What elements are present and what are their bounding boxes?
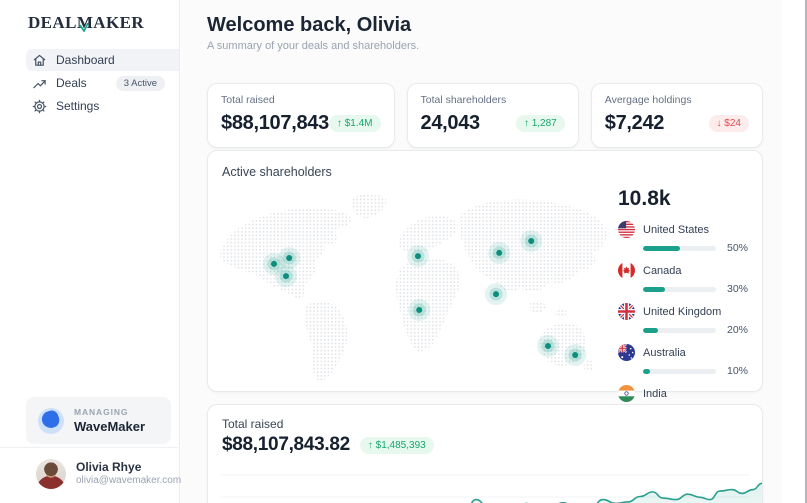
country-percent: 30% [726,283,748,295]
dealmaker-dashboard-app: DEALM AKER Dashboard Deals 3 Active Setti [0,0,807,503]
active-shareholders-card: Active shareholders 10.8k United States … [207,150,763,418]
logo-check-icon [79,17,89,37]
country-progress-fill [643,368,651,374]
managing-label: MANAGING [74,407,129,417]
page-title: Welcome back, Olivia [207,14,412,36]
sidebar: DEALM AKER Dashboard Deals 3 Active Setti [0,0,205,503]
stat-card-average-holdings[interactable]: Avergage holdings $7,242 ↓ $24 [590,83,763,148]
sidebar-item-dashboard[interactable]: Dashboard [26,49,179,71]
country-progress-track [643,368,716,374]
sidebar-item-label: Dashboard [56,53,115,67]
country-progress-fill [643,327,658,333]
country-row-canada: Canada 30% [618,262,748,295]
dealmaker-logo[interactable]: DEALM AKER [28,13,144,33]
country-name: India [643,387,667,400]
sidebar-item-settings[interactable]: Settings [26,95,179,117]
total-raised-chart-card: Total raised $88,107,843.82 ↑ $1,485,393 [207,404,763,503]
country-percent: 10% [726,365,748,377]
india-flag-icon [618,385,635,402]
country-name: Canada [643,264,682,277]
user-avatar[interactable] [36,458,66,489]
map-marker [407,245,429,268]
country-progress-fill [643,245,680,251]
stat-value: $7,242 [604,112,665,134]
stat-label: Avergage holdings [604,94,692,106]
total-raised-title: Total raised [222,417,284,431]
sidebar-nav: Dashboard Deals 3 Active Settings [26,49,179,118]
world-map [220,194,607,382]
country-name: United Kingdom [643,305,722,318]
country-name: Australia [643,346,686,359]
map-marker [488,241,511,264]
sidebar-item-label: Deals [56,76,87,90]
page-subtitle: A summary of your deals and shareholders… [207,40,420,52]
country-row-united-states: United States 50% [618,221,748,254]
home-icon [32,53,47,68]
stat-label: Total shareholders [420,94,507,106]
total-raised-delta-badge: ↑ $1,485,393 [359,436,434,454]
country-name: United States [643,223,710,236]
stat-card-total-shareholders[interactable]: Total shareholders 24,043 ↑ 1,287 [406,83,579,148]
map-marker [520,229,543,252]
active-shareholders-total: 10.8k [618,187,671,210]
map-marker [408,298,431,321]
wavemaker-logo-icon [38,407,64,434]
us-flag-icon [618,221,635,238]
map-marker [564,344,587,367]
active-shareholders-title: Active shareholders [222,165,332,179]
country-progress-track [643,327,716,333]
australia-flag-icon [618,344,635,361]
managing-org-name: WaveMaker [74,419,146,434]
managing-org-card[interactable]: MANAGING WaveMaker [26,397,171,444]
sidebar-item-deals[interactable]: Deals 3 Active [26,72,179,94]
stat-value: $88,107,843 [221,112,329,134]
gear-icon [32,99,47,114]
country-percent: 20% [726,324,748,336]
uk-flag-icon [618,303,635,320]
stat-card-total-raised[interactable]: Total raised $88,107,843 ↑ $1.4M [207,83,395,148]
stat-label: Total raised [221,94,275,106]
stat-value: 24,043 [420,112,481,134]
user-profile-row: Olivia Rhye olivia@wavemaker.com [0,447,205,503]
country-breakdown-panel: 10.8k United States 50% Canada 30% Unite… [618,187,748,426]
deals-active-badge: 3 Active [115,75,165,91]
country-percent: 50% [726,242,748,254]
trend-up-icon [32,76,47,91]
total-raised-value: $88,107,843.82 [222,434,350,455]
scrollbar-track[interactable] [783,0,807,503]
stat-delta-badge: ↓ $24 [708,115,749,132]
user-name: Olivia Rhye [76,459,142,474]
map-marker [485,283,507,306]
map-marker [275,265,297,288]
stat-delta-badge: ↑ 1,287 [515,115,565,132]
total-raised-area-chart [221,474,762,503]
country-progress-fill [643,286,665,292]
country-row-united-kingdom: United Kingdom 20% [618,303,748,336]
main-content: Welcome back, Olivia A summary of your d… [181,0,782,503]
sidebar-item-label: Settings [56,99,100,113]
stat-delta-badge: ↑ $1.4M [328,115,381,132]
stats-row: Total raised $88,107,843 ↑ $1.4M Total s… [207,83,763,148]
country-progress-track [643,286,716,292]
user-email: olivia@wavemaker.com [76,474,182,486]
country-progress-track [643,245,716,251]
country-row-australia: Australia 10% [618,344,748,377]
map-marker [537,335,559,358]
canada-flag-icon [618,262,635,279]
